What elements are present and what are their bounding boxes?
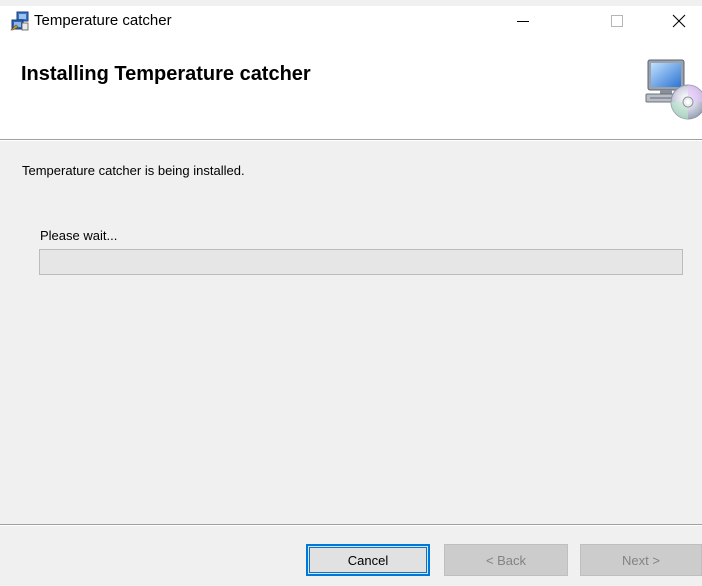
cancel-button[interactable]: Cancel	[306, 544, 430, 576]
next-button-label: Next >	[622, 552, 660, 568]
close-icon	[672, 14, 686, 33]
maximize-icon	[611, 14, 623, 32]
install-progress-bar	[39, 249, 683, 275]
computer-disc-icon	[642, 56, 702, 122]
minimize-icon	[517, 14, 529, 32]
maximize-button[interactable]	[594, 6, 640, 40]
install-status-text: Temperature catcher is being installed.	[22, 163, 245, 178]
title-bar[interactable]: Temperature catcher	[0, 0, 702, 40]
close-button[interactable]	[656, 6, 702, 40]
window-title: Temperature catcher	[34, 12, 172, 29]
please-wait-label: Please wait...	[40, 228, 118, 243]
next-button[interactable]: Next >	[580, 544, 702, 576]
minimize-button[interactable]	[500, 6, 546, 40]
footer-divider-highlight	[0, 525, 702, 526]
page-title: Installing Temperature catcher	[21, 63, 311, 85]
header-divider-highlight	[0, 140, 702, 141]
installer-window: Temperature catcher Installing Temperatu…	[0, 0, 702, 586]
back-button-label: < Back	[485, 552, 527, 568]
back-button[interactable]: < Back	[444, 544, 568, 576]
cancel-button-label: Cancel	[347, 552, 389, 568]
installer-icon	[10, 11, 30, 31]
header-banner: Installing Temperature catcher	[0, 40, 702, 139]
